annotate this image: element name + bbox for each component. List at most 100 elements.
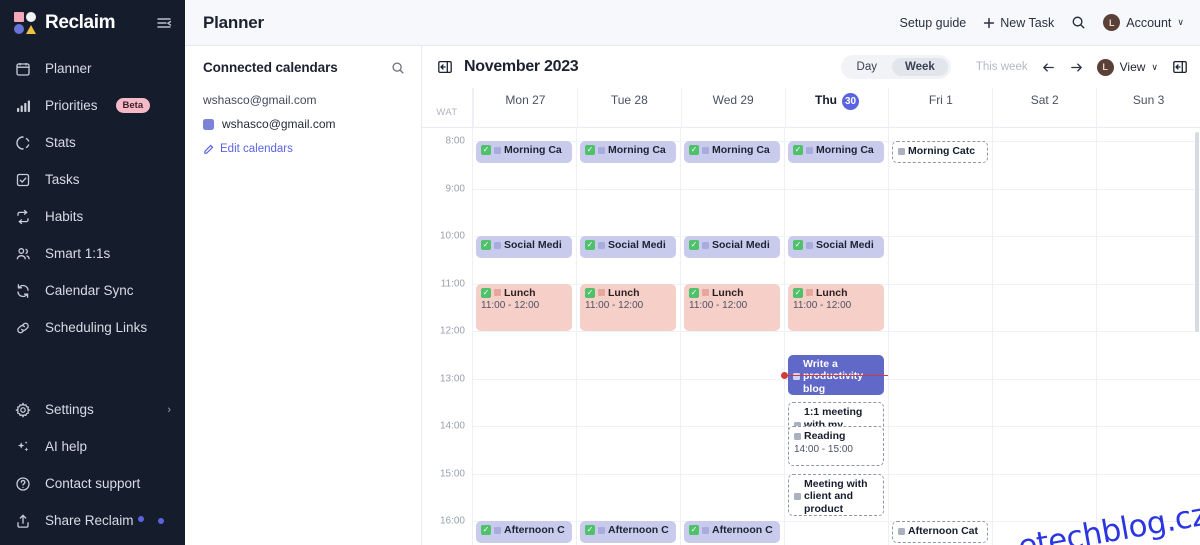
chevron-down-icon: ∨ [1151,61,1158,72]
calendar-event[interactable]: ✓ Lunch 11:00 - 12:00 [788,283,884,331]
calendar-event[interactable]: ✓ Social Medi [788,236,884,258]
event-checkbox[interactable]: ✓ [793,240,803,251]
sidebar-item-ai-help[interactable]: AI help [0,428,185,465]
calendar-grid-scroll[interactable]: 8:00 9:00 10:00 11:00 12:00 13:00 14:00 15:00 16… [422,128,1200,545]
panel-left-icon[interactable] [436,59,453,76]
sidebar-item-scheduling-links[interactable]: Scheduling Links [0,309,185,346]
sidebar-item-stats[interactable]: Stats [0,124,185,161]
account-menu[interactable]: L Account ∨ [1103,14,1184,31]
calendar-event[interactable]: ✓ Afternoon C [476,521,572,543]
event-checkbox[interactable]: ✓ [585,287,595,298]
day-column-tue[interactable]: ✓ Morning Ca ✓ Social Medi ✓ Lunch 11:00 - 12:… [576,128,680,545]
event-checkbox[interactable]: ✓ [689,240,699,251]
calendar-toolbar: November 2023 Day Week This week L View … [422,46,1200,88]
calendar-icon [14,60,32,78]
event-checkbox[interactable]: ✓ [793,145,803,156]
event-checkbox[interactable]: ✓ [793,287,803,298]
event-title: Morning Ca [504,144,562,156]
day-column-thu[interactable]: ✓ Morning Ca ✓ Social Medi ✓ Lunch 11:00 - 12:… [781,128,888,545]
event-checkbox[interactable]: ✓ [481,525,491,536]
day-label: Tue 28 [610,93,648,107]
sidebar-item-priorities[interactable]: Priorities Beta [0,87,185,124]
sidebar-bottom-nav: Settings › AI help Contact support Share… [0,391,185,545]
calendar-event[interactable]: ✓ Social Medi [580,236,676,258]
sidebar-item-planner[interactable]: Planner [0,50,185,87]
day-header-thu[interactable]: Thu 30 [784,88,889,127]
hour-gridline [785,521,888,522]
day-column-mon[interactable]: ✓ Morning Ca ✓ Social Medi ✓ Lunch 11:00 - 12:… [473,128,576,545]
calendar-event[interactable]: ✓ Morning Ca [476,141,572,163]
day-column-sun[interactable] [1096,128,1200,545]
calendar-month-label: November 2023 [464,58,579,75]
day-header-wed[interactable]: Wed 29 [680,88,785,127]
new-task-button[interactable]: New Task [983,16,1054,30]
edit-calendars-link[interactable]: Edit calendars [203,143,405,155]
sidebar: Reclaim Planner Priorities Beta Stats Ta… [0,0,185,545]
event-checkbox[interactable]: ✓ [585,240,595,251]
panel-right-icon[interactable] [1171,59,1188,76]
calendar-event[interactable]: ✓ Morning Ca [580,141,676,163]
event-checkbox[interactable]: ✓ [689,145,699,156]
view-toggle-week[interactable]: Week [891,58,948,76]
event-type-icon [702,526,709,534]
sidebar-item-smart-1-1s[interactable]: Smart 1:1s [0,235,185,272]
sidebar-item-habits[interactable]: Habits [0,198,185,235]
hour-gridline [473,188,576,190]
event-title: Morning Catc [908,145,976,157]
sidebar-item-share-reclaim[interactable]: Share Reclaim [0,502,185,539]
day-header-sat[interactable]: Sat 2 [992,88,1096,127]
hour-gridline [1097,378,1200,380]
repeat-icon [14,208,32,226]
calendar-event[interactable]: ✓ Lunch 11:00 - 12:00 [684,283,780,331]
calendar-event[interactable]: ✓ Social Medi [684,236,780,258]
event-checkbox[interactable]: ✓ [689,525,699,536]
calendar-event[interactable]: ✓ Afternoon C [580,521,676,543]
day-label: Fri 1 [928,93,953,107]
calendar-event[interactable]: ✓ Morning Ca [684,141,780,163]
calendar-event[interactable]: ✓ Social Medi [476,236,572,258]
day-column-wed[interactable]: ✓ Morning Ca ✓ Social Medi ✓ Lunch 11:00 - 12:… [680,128,784,545]
event-title: Morning Ca [608,144,666,156]
search-icon[interactable] [1071,15,1086,30]
event-title: Afternoon C [608,524,669,536]
sidebar-item-tasks[interactable]: Tasks [0,161,185,198]
calendar-event[interactable]: ✓ Afternoon C [684,521,780,543]
calendar-event[interactable]: ✓ Morning Ca [788,141,884,163]
calendar-event[interactable]: Morning Catc [892,141,988,163]
day-column-fri[interactable]: Morning Catc Afternoon Cat [888,128,992,545]
link-icon [14,319,32,337]
calendar-event[interactable]: ✓ Lunch 11:00 - 12:00 [580,283,676,331]
hour-gridline [993,378,1096,380]
collapse-menu-icon[interactable] [155,14,173,32]
arrow-left-icon[interactable] [1041,60,1056,75]
day-header-sun[interactable]: Sun 3 [1096,88,1200,127]
event-checkbox[interactable]: ✓ [481,287,491,298]
this-week-button[interactable]: This week [976,61,1028,73]
event-checkbox[interactable]: ✓ [481,240,491,251]
vertical-scrollbar[interactable] [1195,132,1199,332]
view-toggle-day[interactable]: Day [844,58,890,76]
calendar-event[interactable]: Afternoon Cat [892,521,988,543]
sidebar-item-settings[interactable]: Settings › [0,391,185,428]
arrow-right-icon[interactable] [1069,60,1084,75]
calendar-day-header: WAT Mon 27 Tue 28 Wed 29 Thu 30 Fri 1 Sa… [422,88,1200,128]
calendar-event[interactable]: Meeting with client and product [788,473,884,516]
day-column-sat[interactable] [992,128,1096,545]
sidebar-item-calendar-sync[interactable]: Calendar Sync [0,272,185,309]
hour-gridline [681,473,784,475]
sidebar-item-contact-support[interactable]: Contact support [0,465,185,502]
event-checkbox[interactable]: ✓ [585,525,595,536]
search-icon[interactable] [391,61,405,75]
day-header-tue[interactable]: Tue 28 [576,88,681,127]
calendar-event[interactable]: ✓ Lunch 11:00 - 12:00 [476,283,572,331]
calendar-list-item[interactable]: wshasco@gmail.com [203,117,405,131]
event-checkbox[interactable]: ✓ [585,145,595,156]
calendar-event[interactable]: Reading 14:00 - 15:00 [788,426,884,466]
view-selector[interactable]: L View ∨ [1096,58,1158,76]
event-checkbox[interactable]: ✓ [689,287,699,298]
hour-gridline [681,331,784,332]
day-header-fri[interactable]: Fri 1 [888,88,992,127]
event-checkbox[interactable]: ✓ [481,145,491,156]
setup-guide-link[interactable]: Setup guide [900,16,967,30]
day-header-mon[interactable]: Mon 27 [473,88,577,127]
